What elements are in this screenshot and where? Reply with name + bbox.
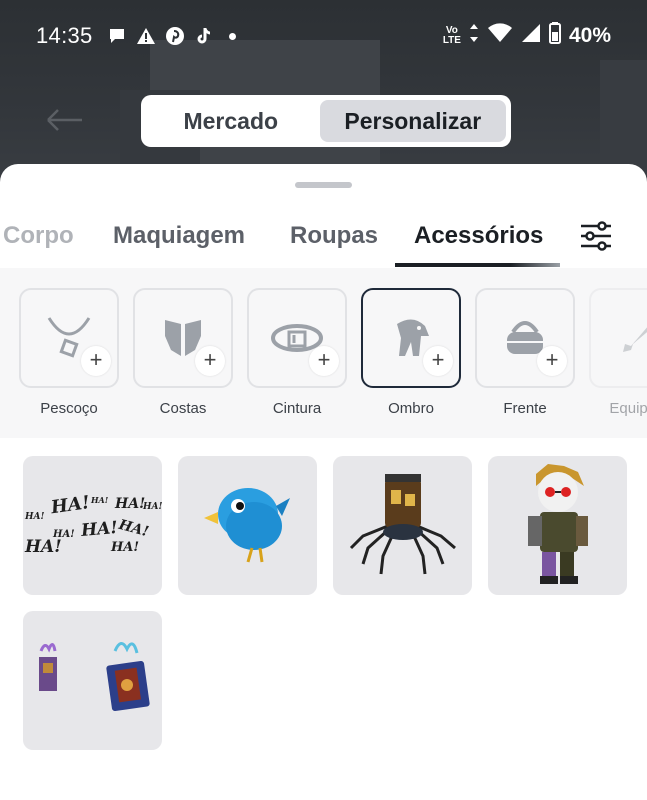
filter-sliders-icon[interactable] — [578, 218, 614, 254]
item-spell-books[interactable] — [23, 611, 162, 750]
signal-icon — [521, 23, 541, 49]
category-tabs: Corpo Maquiagem Roupas Acessórios — [0, 216, 647, 268]
customize-sheet: Corpo Maquiagem Roupas Acessórios + Pesc… — [0, 164, 647, 800]
svg-text:HA!: HA! — [24, 537, 62, 557]
data-arrows-icon — [469, 23, 479, 49]
item-ha-text[interactable]: HA! HA! HA! HA! HA! HA! HA! HA! HA! HA! — [23, 456, 162, 595]
toggle-personalizar[interactable]: Personalizar — [319, 100, 506, 142]
market-customize-toggle: Mercado Personalizar — [141, 95, 511, 147]
item-spider-jar[interactable] — [333, 456, 472, 595]
svg-text:HA!: HA! — [110, 540, 139, 555]
back-arrow-icon[interactable] — [44, 104, 84, 136]
item-blue-bird[interactable] — [178, 456, 317, 595]
volte-indicator: Vo LTE — [442, 25, 461, 46]
drag-handle[interactable] — [295, 182, 352, 188]
status-bar: 14:35 Vo LTE 40% — [0, 0, 647, 72]
status-time: 14:35 — [36, 23, 93, 48]
svg-text:HA!: HA! — [116, 517, 150, 541]
sword-icon — [623, 327, 647, 352]
ha-text-accessory: HA! HA! HA! HA! HA! HA! HA! HA! HA! HA! — [24, 492, 162, 557]
accessory-subcategories: + Pescoço + Costas + Cintura + Ombro + F… — [0, 268, 647, 438]
svg-text:HA!: HA! — [142, 502, 162, 512]
tiktok-icon — [194, 26, 214, 46]
accessory-grid: HA! HA! HA! HA! HA! HA! HA! HA! HA! HA! — [0, 456, 647, 786]
pinterest-icon — [165, 26, 185, 46]
add-icon[interactable]: + — [81, 346, 111, 376]
add-icon[interactable]: + — [537, 346, 567, 376]
tab-corpo[interactable]: Corpo — [3, 222, 74, 250]
blue-bird-accessory — [204, 488, 290, 563]
spell-books-accessory — [39, 642, 150, 712]
tab-roupas[interactable]: Roupas — [290, 222, 378, 250]
warning-icon — [136, 26, 156, 46]
tab-acessorios[interactable]: Acessórios — [414, 222, 543, 250]
add-icon[interactable]: + — [309, 346, 339, 376]
character-accessory — [528, 464, 588, 584]
subcategory-pescoco[interactable]: + Pescoço — [19, 288, 119, 417]
wifi-icon — [487, 23, 513, 49]
subcategory-costas[interactable]: + Costas — [133, 288, 233, 417]
spider-jar-accessory — [349, 474, 456, 575]
svg-text:HA!: HA! — [79, 518, 118, 541]
svg-text:HA!: HA! — [49, 492, 91, 518]
svg-text:HA!: HA! — [24, 512, 44, 522]
add-icon[interactable]: + — [195, 346, 225, 376]
subcategory-frente[interactable]: + Frente — [475, 288, 575, 417]
active-tab-indicator — [395, 263, 560, 267]
chat-notification-icon — [107, 26, 127, 46]
item-character-figure[interactable] — [488, 456, 627, 595]
svg-text:HA!: HA! — [90, 495, 109, 505]
tab-maquiagem[interactable]: Maquiagem — [113, 222, 245, 250]
subcategory-ombro[interactable]: + Ombro — [361, 288, 461, 417]
subcategory-cintura[interactable]: + Cintura — [247, 288, 347, 417]
svg-text:HA!: HA! — [114, 496, 145, 512]
subcategory-equipamento[interactable]: Equipam — [589, 288, 647, 417]
battery-percent: 40% — [568, 24, 611, 47]
more-notifications-dot — [228, 32, 236, 40]
toggle-mercado[interactable]: Mercado — [146, 100, 316, 142]
battery-icon — [548, 22, 561, 50]
add-icon[interactable]: + — [423, 346, 453, 376]
